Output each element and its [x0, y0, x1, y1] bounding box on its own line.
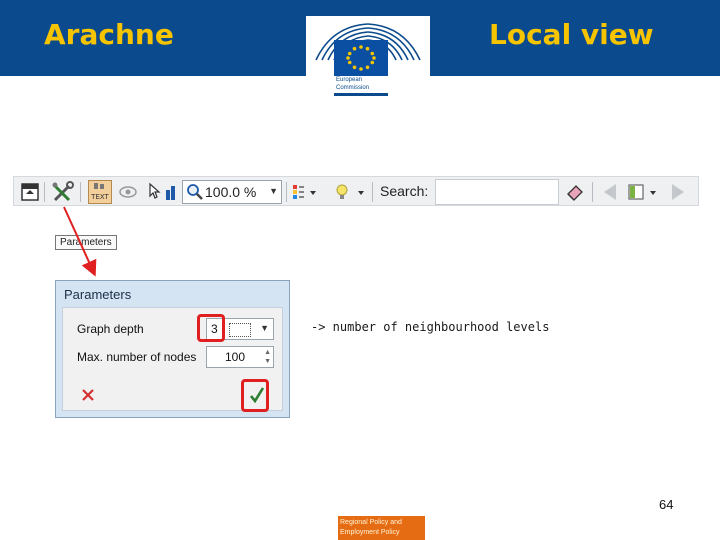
annotation-note: -> number of neighbourhood levels	[311, 320, 550, 334]
focus-indicator	[229, 323, 251, 337]
search-input[interactable]	[435, 179, 559, 205]
logo-text-line2: Commission	[336, 85, 370, 91]
spin-arrows-icon[interactable]: ▲ ▼	[264, 348, 271, 366]
logo-text-line1: European	[336, 77, 363, 83]
lightbulb-icon[interactable]	[332, 180, 368, 204]
toolbar-separator	[44, 182, 45, 202]
toolbar-separator	[80, 182, 81, 202]
graph-depth-highlight	[197, 314, 225, 342]
chart-icon[interactable]	[164, 180, 180, 204]
page-number: 64	[659, 497, 674, 512]
eraser-icon[interactable]	[564, 180, 586, 204]
tools-parameters-icon[interactable]	[51, 180, 75, 204]
parameters-tooltip: Parameters	[55, 235, 117, 250]
back-arrow-icon[interactable]	[598, 180, 622, 204]
eu-flag-icon	[334, 40, 388, 76]
european-commission-logo: European Commission	[306, 16, 430, 102]
text-mode-button[interactable]: TEXT	[88, 180, 112, 204]
dialog-title: Parameters	[64, 287, 132, 302]
footer-badge-line1: Regional Policy and	[340, 519, 402, 526]
max-nodes-label: Max. number of nodes	[77, 350, 197, 364]
zoom-control[interactable]: 100.0 % ▼	[182, 180, 282, 204]
footer-badge-line2: Employment Policy	[340, 529, 400, 536]
zoom-dropdown-icon[interactable]: ▼	[269, 186, 278, 196]
toolbar-separator	[592, 182, 593, 202]
search-label: Search:	[380, 183, 429, 199]
max-nodes-value: 100	[225, 350, 246, 364]
logo-underline	[334, 93, 388, 96]
footer-badge-text: Regional Policy and Employment Policy	[340, 518, 402, 538]
toolbar: TEXT 100.0 % ▼ Search:	[13, 176, 699, 206]
max-nodes-stepper[interactable]: 100 ▲ ▼	[206, 346, 274, 368]
footer-badge: Regional Policy and Employment Policy	[338, 516, 425, 540]
panel-icon[interactable]	[626, 180, 662, 204]
slide-title-right: Local view	[489, 18, 654, 51]
text-mode-icon: TEXT	[90, 183, 110, 201]
slide-title-left: Arachne	[44, 18, 174, 51]
window-icon[interactable]	[20, 180, 40, 204]
forward-arrow-icon[interactable]	[666, 180, 690, 204]
graph-depth-label: Graph depth	[77, 322, 144, 336]
toolbar-separator	[286, 182, 287, 202]
ok-button-highlight	[241, 379, 269, 412]
text-mode-label: TEXT	[90, 193, 109, 201]
cancel-icon[interactable]	[81, 388, 95, 402]
zoom-icon	[187, 184, 203, 200]
zoom-value: 100.0 %	[205, 184, 257, 200]
color-legend-icon[interactable]	[290, 180, 318, 204]
chevron-down-icon[interactable]: ▼	[260, 323, 269, 333]
eye-icon[interactable]	[118, 180, 138, 204]
cursor-icon[interactable]	[146, 180, 164, 204]
toolbar-separator	[372, 182, 373, 202]
logo-text: European Commission	[336, 76, 369, 92]
